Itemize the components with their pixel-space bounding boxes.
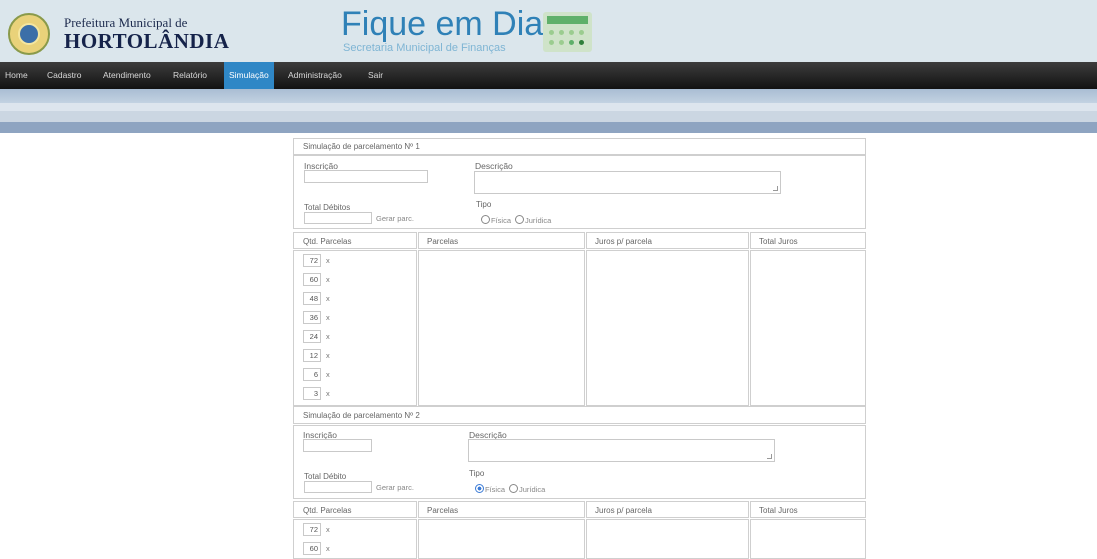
descricao-textarea[interactable] (474, 171, 781, 194)
parcelas-column (418, 250, 585, 406)
radio-fisica[interactable] (475, 484, 484, 493)
nav-sair[interactable]: Sair (363, 62, 388, 89)
juridica-label: Jurídica (525, 216, 552, 225)
tipo-label: Tipo (469, 469, 485, 478)
juros-column (586, 250, 749, 406)
nav-cadastro[interactable]: Cadastro (42, 62, 87, 89)
calculator-icon (543, 12, 592, 52)
nav-administracao[interactable]: Administração (283, 62, 347, 89)
x-label: x (326, 525, 330, 534)
table-header: Qtd. Parcelas (293, 501, 417, 518)
qtd-input[interactable]: 12 (303, 349, 321, 362)
header-band (0, 103, 1097, 111)
qtd-column: 72 x 60 x 48 x 36 x 24 x 12 x 6x 3x (293, 250, 417, 406)
col-juros-parcela: Juros p/ parcela (595, 237, 652, 246)
x-label: x (326, 332, 330, 341)
inscricao-input[interactable] (303, 439, 372, 452)
col-total-juros: Total Juros (759, 237, 798, 246)
app-title: Fique em Dia (341, 5, 544, 43)
sim-title: Simulação de parcelamento Nº 2 (303, 411, 420, 420)
sim-title-bar: Simulação de parcelamento Nº 1 (293, 138, 866, 155)
juros-column (586, 519, 749, 559)
qtd-input[interactable]: 36 (303, 311, 321, 324)
sim-title: Simulação de parcelamento Nº 1 (303, 142, 420, 151)
simulation-1: Simulação de parcelamento Nº 1 Inscrição… (293, 138, 866, 406)
radio-fisica[interactable] (481, 215, 490, 224)
col-parcelas: Parcelas (427, 237, 459, 246)
header-band (0, 89, 1097, 103)
col-juros-parcela: Juros p/ parcela (595, 506, 652, 515)
app-subtitle: Secretaria Municipal de Finanças (343, 42, 506, 54)
nav-home[interactable]: Home (0, 62, 33, 89)
gerar-parc-link[interactable]: Gerar parc. (376, 214, 414, 223)
x-label: x (326, 370, 330, 379)
juridica-label: Jurídica (519, 485, 546, 494)
table-header: Total Juros (750, 501, 866, 518)
total-input[interactable] (304, 481, 372, 493)
table-header: Juros p/ parcela (586, 232, 749, 249)
site-header: Prefeitura Municipal de HORTOLÂNDIA Fiqu… (0, 0, 1097, 62)
qtd-input[interactable]: 6 (303, 368, 321, 381)
inscricao-input[interactable] (304, 170, 428, 183)
city-name: HORTOLÂNDIA (64, 29, 230, 53)
parcelas-column (418, 519, 585, 559)
sim-form: Inscrição Descrição Total Débito Gerar p… (293, 425, 866, 499)
total-input[interactable] (304, 212, 372, 224)
main-nav: Home Cadastro Atendimento Relatório Simu… (0, 62, 1097, 89)
sim-form: Inscrição Descrição Total Débitos Gerar … (293, 155, 866, 229)
x-label: x (326, 389, 330, 398)
table-header: Total Juros (750, 232, 866, 249)
x-label: x (326, 275, 330, 284)
total-juros-column (750, 250, 866, 406)
radio-juridica[interactable] (515, 215, 524, 224)
nav-simulacao[interactable]: Simulação (224, 62, 274, 89)
radio-juridica[interactable] (509, 484, 518, 493)
total-label: Total Débitos (304, 203, 351, 212)
x-label: x (326, 313, 330, 322)
qtd-input[interactable]: 72 (303, 523, 321, 536)
table-header: Parcelas (418, 501, 585, 518)
tipo-label: Tipo (476, 200, 492, 209)
sim-title-bar: Simulação de parcelamento Nº 2 (293, 406, 866, 424)
gerar-parc-link[interactable]: Gerar parc. (376, 483, 414, 492)
col-qtd-parcelas: Qtd. Parcelas (303, 237, 352, 246)
qtd-input[interactable]: 24 (303, 330, 321, 343)
fisica-label: Física (485, 485, 506, 494)
x-label: x (326, 544, 330, 553)
table-header: Parcelas (418, 232, 585, 249)
table-header: Qtd. Parcelas (293, 232, 417, 249)
x-label: x (326, 256, 330, 265)
fisica-label: Física (491, 216, 512, 225)
qtd-input[interactable]: 60 (303, 273, 321, 286)
simulation-2: Simulação de parcelamento Nº 2 Inscrição… (293, 406, 866, 559)
total-juros-column (750, 519, 866, 559)
qtd-input[interactable]: 60 (303, 542, 321, 555)
qtd-input[interactable]: 3 (303, 387, 321, 400)
qtd-column: 72 x 60 x (293, 519, 417, 559)
x-label: x (326, 351, 330, 360)
x-label: x (326, 294, 330, 303)
city-seal-icon (8, 13, 50, 55)
col-total-juros: Total Juros (759, 506, 798, 515)
descricao-label: Descrição (475, 161, 513, 171)
header-band (0, 111, 1097, 122)
header-band (0, 122, 1097, 133)
qtd-input[interactable]: 48 (303, 292, 321, 305)
total-label: Total Débito (304, 472, 347, 481)
nav-relatorio[interactable]: Relatório (168, 62, 212, 89)
nav-atendimento[interactable]: Atendimento (98, 62, 156, 89)
descricao-textarea[interactable] (468, 439, 775, 462)
col-parcelas: Parcelas (427, 506, 459, 515)
col-qtd-parcelas: Qtd. Parcelas (303, 506, 352, 515)
qtd-input[interactable]: 72 (303, 254, 321, 267)
table-header: Juros p/ parcela (586, 501, 749, 518)
